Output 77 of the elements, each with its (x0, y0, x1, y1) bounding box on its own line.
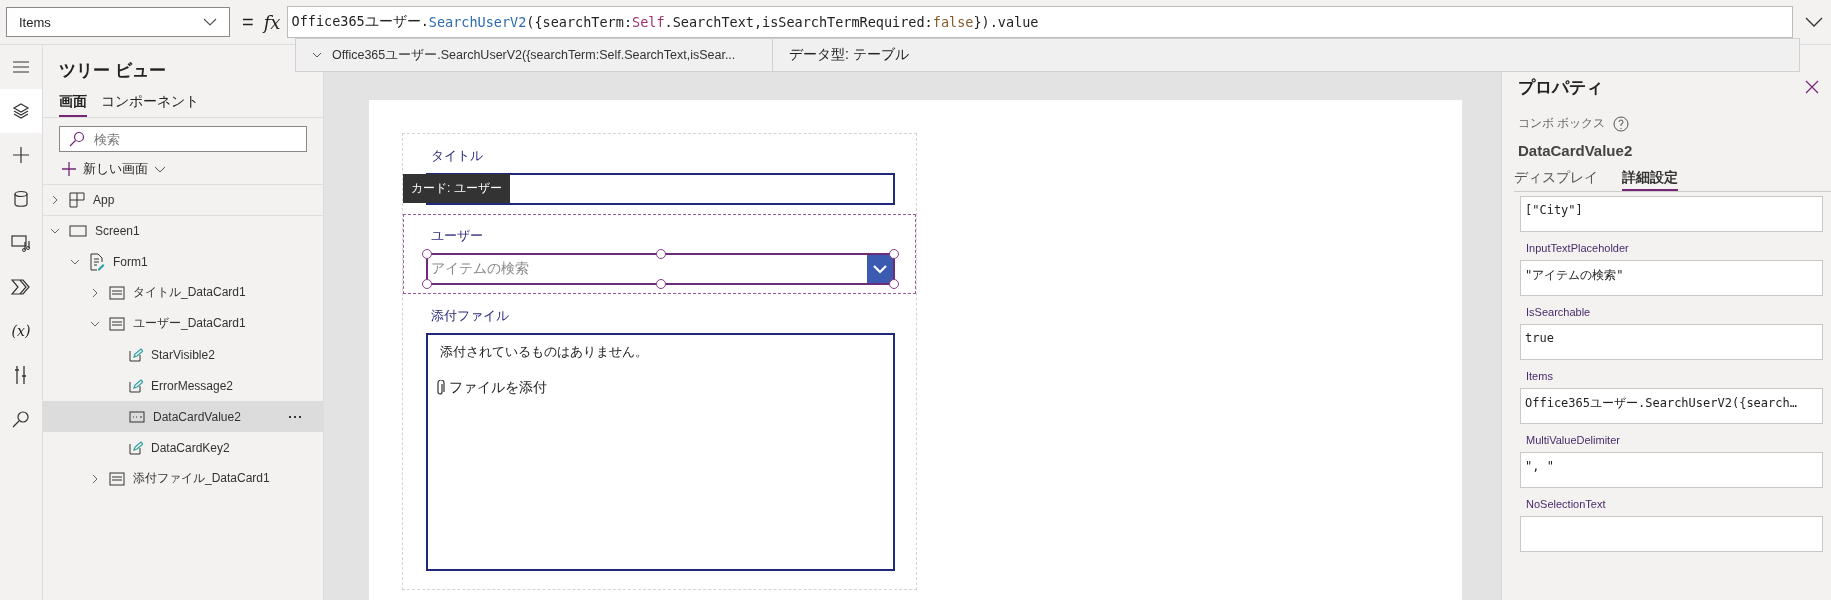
card-icon (109, 285, 125, 300)
tree-item[interactable]: 添付ファイル_DataCard1 (43, 463, 323, 494)
tooltip: カード: ユーザー (403, 174, 510, 203)
more-icon[interactable] (289, 415, 301, 418)
tree-item[interactable]: Screen1 (43, 215, 323, 246)
search-field[interactable]: 検索 (59, 126, 307, 152)
property-dropdown[interactable]: Items (6, 7, 230, 37)
property-label: NoSelectionText (1525, 498, 1607, 510)
dropdown-control-icon (129, 410, 145, 423)
chevron-down-icon[interactable] (867, 255, 893, 283)
chevron-down-icon[interactable] (1805, 17, 1823, 27)
data-type-label: データ型: テーブル (788, 46, 909, 64)
caret-icon[interactable] (90, 473, 100, 484)
property-label: Items (1525, 370, 1554, 382)
tree-item[interactable]: ErrorMessage2 (43, 370, 323, 401)
attachments-box[interactable]: 添付されているものはありません。 ファイルを添付 (426, 333, 895, 571)
new-screen-button[interactable]: 新しい画面 (61, 158, 166, 184)
form-icon (89, 252, 105, 271)
chevron-down-icon (203, 18, 217, 26)
panel-title: ツリー ビュー (59, 60, 166, 82)
field-label: 添付ファイル (430, 307, 510, 325)
tab[interactable]: 画面 (59, 93, 87, 117)
tab[interactable]: ディスプレイ (1514, 169, 1598, 191)
layers-icon[interactable] (0, 89, 42, 133)
caret-icon[interactable] (50, 195, 60, 205)
equals-sign: = (242, 10, 254, 34)
chevron-down-icon[interactable] (312, 52, 322, 58)
tree-item[interactable]: タイトル_DataCard1 (43, 277, 323, 308)
paperclip-icon (436, 380, 445, 396)
field-label: タイトル (430, 147, 484, 165)
resize-handle[interactable] (889, 249, 899, 259)
tab[interactable]: コンポーネント (101, 93, 199, 117)
variables-button[interactable]: (x) (0, 309, 42, 353)
property-input[interactable]: ["City"] (1520, 196, 1823, 232)
empty-message: 添付されているものはありません。 (439, 343, 648, 361)
tree-item[interactable]: StarVisible2 (43, 339, 323, 370)
search-icon (69, 131, 85, 147)
tree-item[interactable]: Form1 (43, 246, 323, 277)
resize-handle[interactable] (422, 279, 432, 289)
fx-label[interactable]: fx (263, 11, 281, 33)
formula-input[interactable]: Office365ユーザー.SearchUserV2({searchTerm:Self.SearchText,isSearchTermRequired:false}).value (286, 6, 1793, 38)
caret-icon[interactable] (50, 226, 60, 236)
property-input[interactable]: ", " (1520, 452, 1823, 488)
property-label: IsSearchable (1525, 306, 1592, 318)
property-label: MultiValueDelimiter (1525, 434, 1621, 446)
tree-item[interactable]: DataCardValue2 (43, 401, 323, 432)
screen-icon (69, 224, 87, 238)
tree-item[interactable]: DataCardKey2 (43, 432, 323, 463)
attach-file-link[interactable]: ファイルを添付 (436, 379, 547, 397)
control-name: DataCardValue2 (1518, 142, 1634, 159)
property-input[interactable]: true (1520, 324, 1823, 360)
card-icon (109, 471, 125, 486)
edit-icon (129, 378, 143, 393)
panel-title: プロパティ (1518, 76, 1603, 99)
tab[interactable]: 詳細設定 (1622, 169, 1678, 191)
caret-icon[interactable] (90, 287, 100, 298)
resize-handle[interactable] (422, 249, 432, 259)
formula-preview: Office365ユーザー.SearchUserV2({searchTerm:Self.SearchText,isSear... (332, 46, 736, 64)
help-icon[interactable] (1613, 115, 1630, 132)
edit-icon (129, 440, 143, 455)
field-label: ユーザー (430, 227, 484, 245)
tree-item[interactable]: ユーザー_DataCard1 (43, 308, 323, 339)
property-label: InputTextPlaceholder (1525, 242, 1630, 254)
grid-icon (69, 192, 85, 208)
property-input[interactable]: "アイテムの検索" (1520, 260, 1823, 296)
plus-icon (61, 161, 77, 177)
edit-icon (129, 347, 143, 362)
chevron-down-icon (154, 165, 166, 173)
property-input[interactable]: Office365ユーザー.SearchUserV2({search… (1520, 388, 1823, 424)
card-icon (109, 316, 125, 331)
resize-handle[interactable] (889, 279, 899, 289)
close-icon[interactable] (1805, 80, 1819, 94)
control-type: コンボ ボックス (1518, 115, 1606, 132)
property-input[interactable] (1520, 516, 1823, 552)
resize-handle[interactable] (655, 279, 666, 289)
tree-item[interactable]: App (43, 184, 323, 215)
resize-handle[interactable] (655, 249, 666, 259)
